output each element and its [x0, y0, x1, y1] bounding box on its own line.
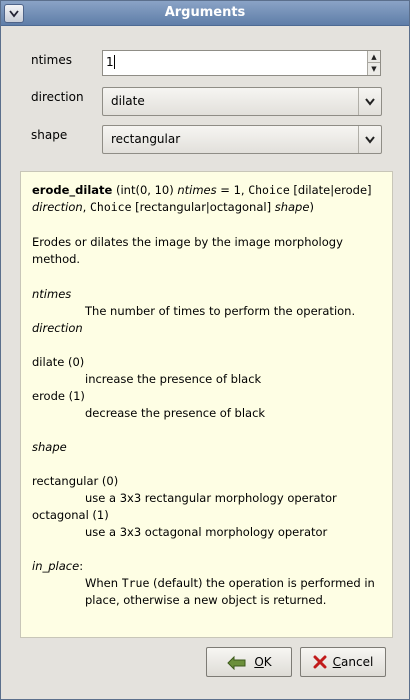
in-place-colon: :: [79, 559, 84, 573]
dilate-term: dilate (0): [32, 355, 85, 369]
ntimes-label: ntimes: [31, 53, 72, 67]
direction-dropdown-button[interactable]: [358, 88, 381, 115]
sig-param: direction: [32, 200, 83, 214]
sig-text: = 1,: [216, 183, 249, 197]
shape-value: rectangular: [111, 132, 181, 146]
function-name: erode_dilate: [32, 183, 113, 197]
ntimes-term: ntimes: [32, 287, 72, 301]
close-icon: [313, 655, 327, 669]
arguments-dialog: Arguments ntimes 1 ▲ ▼ direction dilate …: [0, 0, 410, 700]
cancel-mnemonic: C: [332, 655, 342, 669]
direction-value: dilate: [111, 94, 145, 108]
sig-text: ,: [82, 200, 90, 214]
arrow-down-icon: ▼: [371, 64, 377, 73]
shape-term: shape: [32, 440, 67, 454]
rectangular-term: rectangular (0): [32, 474, 119, 488]
octagonal-term: octagonal (1): [32, 508, 109, 522]
ok-label: OK: [254, 655, 271, 669]
shape-dropdown-button[interactable]: [358, 126, 381, 153]
ntimes-definition: The number of times to perform the opera…: [85, 304, 356, 318]
dropdown-arrow-icon: [365, 97, 375, 106]
ok-label-rest: K: [263, 655, 272, 669]
shape-combo[interactable]: rectangular: [102, 125, 382, 154]
sig-text: (int(0, 10): [112, 183, 178, 197]
ok-button[interactable]: OK: [206, 647, 292, 677]
dropdown-arrow-icon: [365, 135, 375, 144]
signature: erode_dilate (int(0, 10) ntimes = 1, Cho…: [32, 182, 384, 216]
in-place-text: When: [85, 576, 122, 590]
ok-icon: [227, 655, 246, 670]
direction-label: direction: [31, 90, 84, 104]
sig-text: [rectangular|octagonal]: [131, 200, 275, 214]
in-place-true: True: [121, 576, 150, 590]
ok-mnemonic: O: [254, 655, 264, 669]
spin-arrows: ▲ ▼: [367, 51, 380, 75]
dilate-definition: increase the presence of black: [85, 372, 262, 386]
cancel-button[interactable]: Cancel: [300, 647, 386, 677]
spin-down-button[interactable]: ▼: [368, 62, 380, 74]
text-cursor: [114, 55, 115, 69]
sig-type: Choice: [248, 183, 290, 197]
in-place-definition: When True (default) the operation is per…: [85, 575, 384, 609]
in-place-term: in_place:: [32, 558, 384, 575]
documentation-panel: erode_dilate (int(0, 10) ntimes = 1, Cho…: [20, 171, 393, 638]
sig-text: [dilate|erode]: [289, 183, 372, 197]
octagonal-definition: use a 3x3 octagonal morphology operator: [85, 525, 328, 539]
spin-up-button[interactable]: ▲: [368, 51, 380, 62]
direction-combo[interactable]: dilate: [102, 87, 382, 116]
sig-param: ntimes: [177, 183, 217, 197]
in-place-name: in_place: [32, 559, 80, 573]
cancel-label-rest: ancel: [341, 655, 374, 669]
description: Erodes or dilates the image by the image…: [32, 235, 343, 266]
direction-term: direction: [32, 321, 83, 335]
cancel-label: Cancel: [333, 655, 374, 669]
window-title: Arguments: [164, 5, 246, 20]
title-bar: Arguments: [1, 1, 409, 26]
sig-param: shape: [274, 200, 310, 214]
erode-definition: decrease the presence of black: [85, 406, 266, 420]
erode-term: erode (1): [32, 389, 85, 403]
rectangular-definition: use a 3x3 rectangular morphology operato…: [85, 491, 337, 505]
ntimes-spinbox[interactable]: 1 ▲ ▼: [102, 50, 381, 76]
sig-text: ): [309, 200, 314, 214]
sig-type: Choice: [89, 200, 132, 214]
shape-label: shape: [31, 128, 68, 142]
ntimes-value[interactable]: 1: [106, 55, 114, 69]
arrow-up-icon: ▲: [371, 52, 377, 61]
